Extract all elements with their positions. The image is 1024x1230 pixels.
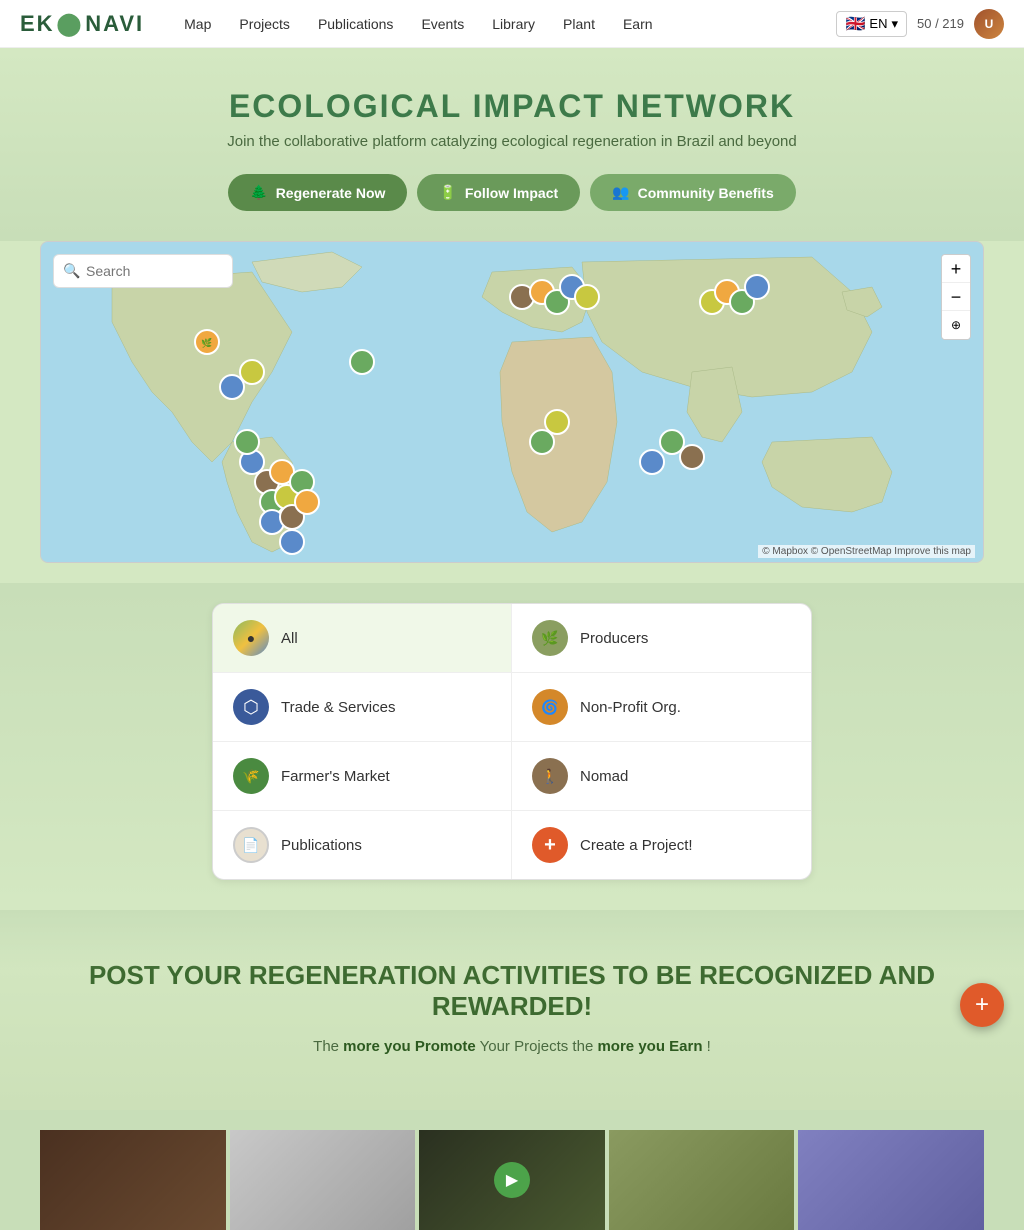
hero-title: ECOLOGICAL IMPACT NETWORK [20, 88, 1004, 125]
svg-text:🌿: 🌿 [201, 337, 212, 348]
filter-nonprofit[interactable]: 🌀 Non-Profit Org. [512, 673, 811, 742]
trade-icon: ⬡ [233, 689, 269, 725]
regenerate-label: Regenerate Now [276, 185, 386, 201]
filter-publications-label: Publications [281, 837, 362, 854]
filter-publications[interactable]: 📄 Publications [213, 811, 512, 879]
logo-leaf-icon: ⬤ [57, 11, 84, 37]
filter-all[interactable]: ● All [213, 604, 512, 673]
compass-button[interactable]: ⊕ [942, 311, 970, 339]
nav-library[interactable]: Library [492, 16, 535, 32]
photo-card-3[interactable]: ▶ [419, 1130, 605, 1230]
bolt-icon: 🔋 [439, 184, 456, 201]
all-icon: ● [233, 620, 269, 656]
filter-grid: ● All 🌿 Producers ⬡ Trade & Services 🌀 N… [212, 603, 812, 880]
flag-icon: 🇬🇧 [845, 14, 865, 34]
community-label: Community Benefits [638, 185, 774, 201]
community-benefits-button[interactable]: 👥 Community Benefits [590, 174, 796, 211]
subtitle-promote: more you Promote [343, 1038, 476, 1055]
map-search: 🔍 [53, 254, 233, 288]
filter-trade[interactable]: ⬡ Trade & Services [213, 673, 512, 742]
producers-icon: 🌿 [532, 620, 568, 656]
photo-card-1[interactable] [40, 1130, 226, 1230]
nav-links: Map Projects Publications Events Library… [184, 16, 836, 32]
filter-nomad-label: Nomad [580, 768, 628, 785]
tree-icon: 🌲 [250, 184, 267, 201]
create-project-icon: + [532, 827, 568, 863]
nav-map[interactable]: Map [184, 16, 211, 32]
search-icon: 🔍 [63, 263, 80, 280]
nav-earn[interactable]: Earn [623, 16, 653, 32]
filter-nonprofit-label: Non-Profit Org. [580, 699, 681, 716]
filter-section: ● All 🌿 Producers ⬡ Trade & Services 🌀 N… [0, 583, 1024, 910]
subtitle-prefix: The [313, 1038, 343, 1055]
filter-producers[interactable]: 🌿 Producers [512, 604, 811, 673]
logo[interactable]: EK ⬤ NAVI [20, 11, 144, 37]
zoom-out-button[interactable]: − [942, 283, 970, 311]
photo-card-4[interactable] [609, 1130, 795, 1230]
post-section: POST YOUR REGENERATION ACTIVITIES TO BE … [0, 910, 1024, 1110]
nav-publications[interactable]: Publications [318, 16, 394, 32]
nav-events[interactable]: Events [421, 16, 464, 32]
photo-card-2[interactable] [230, 1130, 416, 1230]
nomad-icon: 🚶 [532, 758, 568, 794]
farmers-icon: 🌾 [233, 758, 269, 794]
subtitle-suffix: ! [707, 1038, 711, 1055]
filter-trade-label: Trade & Services [281, 699, 396, 716]
photo-grid: ▶ [0, 1110, 1024, 1230]
count-badge: 50 / 219 [917, 16, 964, 31]
filter-create-label: Create a Project! [580, 837, 693, 854]
hero-subtitle: Join the collaborative platform catalyzi… [20, 133, 1004, 150]
world-map[interactable]: 🌿 [41, 242, 983, 562]
follow-impact-button[interactable]: 🔋 Follow Impact [417, 174, 580, 211]
hero-section: ECOLOGICAL IMPACT NETWORK Join the colla… [0, 48, 1024, 241]
hero-buttons: 🌲 Regenerate Now 🔋 Follow Impact 👥 Commu… [20, 174, 1004, 211]
subtitle-middle: Your Projects the [480, 1038, 598, 1055]
chevron-down-icon: ▾ [891, 16, 898, 32]
fab-button[interactable]: + [960, 983, 1004, 1027]
play-overlay: ▶ [419, 1130, 605, 1230]
photo-card-5[interactable] [798, 1130, 984, 1230]
nav-right: 🇬🇧 EN ▾ 50 / 219 U [836, 9, 1004, 39]
map-attribution: © Mapbox © OpenStreetMap Improve this ma… [758, 545, 975, 558]
post-subtitle: The more you Promote Your Projects the m… [40, 1038, 984, 1055]
language-selector[interactable]: 🇬🇧 EN ▾ [836, 11, 907, 37]
publications-icon: 📄 [233, 827, 269, 863]
play-button[interactable]: ▶ [494, 1162, 530, 1198]
users-icon: 👥 [612, 184, 629, 201]
navbar: EK ⬤ NAVI Map Projects Publications Even… [0, 0, 1024, 48]
filter-farmers-label: Farmer's Market [281, 768, 390, 785]
logo-text-2: NAVI [85, 11, 144, 37]
nav-projects[interactable]: Projects [239, 16, 290, 32]
map-container: 🔍 + − ⊕ [0, 241, 1024, 583]
filter-producers-label: Producers [580, 630, 648, 647]
filter-create-project[interactable]: + Create a Project! [512, 811, 811, 879]
nav-plant[interactable]: Plant [563, 16, 595, 32]
filter-farmers[interactable]: 🌾 Farmer's Market [213, 742, 512, 811]
filter-all-label: All [281, 630, 298, 647]
map-zoom-controls: + − ⊕ [941, 254, 971, 340]
regenerate-now-button[interactable]: 🌲 Regenerate Now [228, 174, 407, 211]
lang-label: EN [869, 16, 887, 31]
logo-text: EK [20, 11, 55, 37]
post-title: POST YOUR REGENERATION ACTIVITIES TO BE … [40, 960, 984, 1022]
filter-nomad[interactable]: 🚶 Nomad [512, 742, 811, 811]
follow-label: Follow Impact [465, 185, 558, 201]
zoom-in-button[interactable]: + [942, 255, 970, 283]
nonprofit-icon: 🌀 [532, 689, 568, 725]
map-wrapper: 🔍 + − ⊕ [40, 241, 984, 563]
avatar[interactable]: U [974, 9, 1004, 39]
subtitle-earn: more you Earn [597, 1038, 702, 1055]
